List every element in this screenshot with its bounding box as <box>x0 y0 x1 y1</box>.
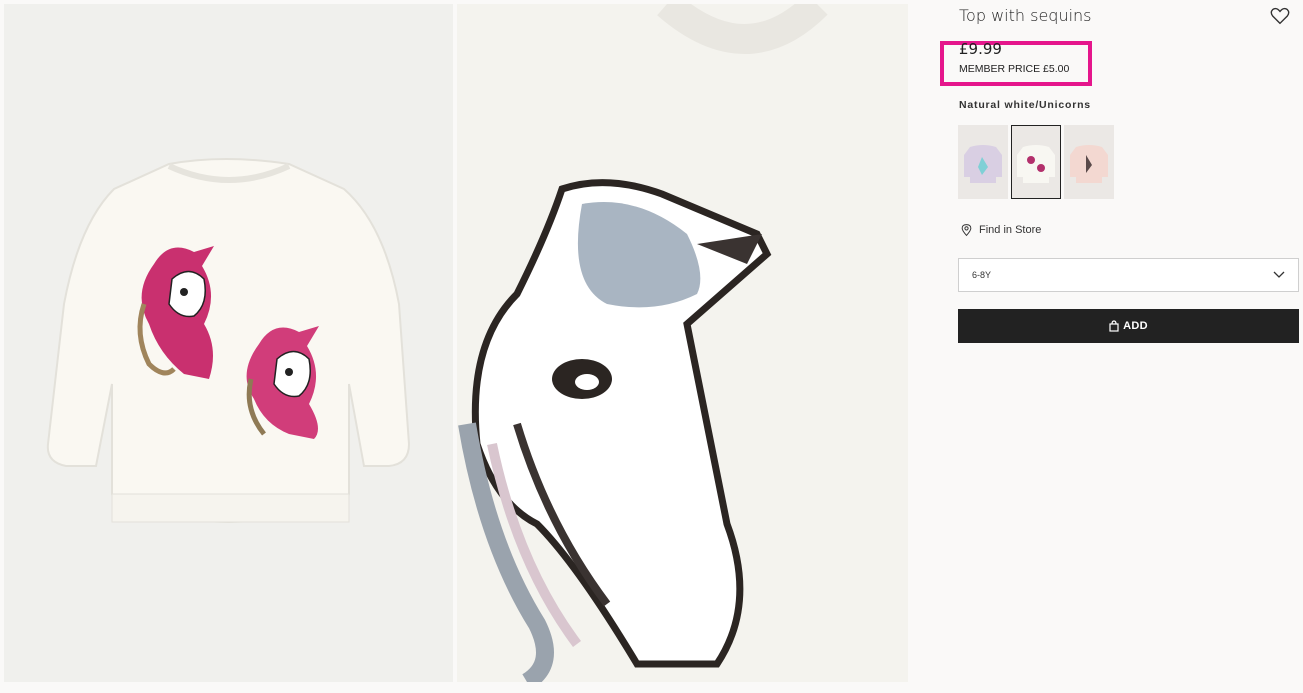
product-image-main[interactable] <box>4 4 453 682</box>
color-swatches <box>958 125 1114 199</box>
sequin-closeup-illustration <box>457 4 908 682</box>
product-image-detail[interactable] <box>457 4 908 682</box>
size-dropdown[interactable]: 6-8Y <box>958 258 1299 292</box>
sweater-illustration <box>4 4 453 682</box>
add-to-bag-button[interactable]: ADD <box>958 309 1299 343</box>
product-page: Top with sequins £9.99 MEMBER PRICE £5.0… <box>0 0 1303 693</box>
swatch-natural-white-unicorns[interactable] <box>1011 125 1061 199</box>
product-price: £9.99 <box>959 40 1002 58</box>
find-in-store-link[interactable]: Find in Store <box>960 223 1041 237</box>
chevron-down-icon <box>1273 271 1285 278</box>
heart-icon[interactable] <box>1269 5 1291 27</box>
product-title: Top with sequins <box>959 6 1092 25</box>
size-value: 6-8Y <box>972 270 992 280</box>
member-price: MEMBER PRICE £5.00 <box>959 63 1070 75</box>
location-pin-icon <box>961 224 972 237</box>
shopping-bag-icon <box>1109 320 1119 332</box>
selected-color-name: Natural white/Unicorns <box>959 99 1091 111</box>
swatch-light-purple[interactable] <box>958 125 1008 199</box>
product-info-panel: Top with sequins £9.99 MEMBER PRICE £5.0… <box>940 0 1301 693</box>
add-button-label: ADD <box>1123 320 1148 332</box>
find-in-store-label: Find in Store <box>979 224 1042 236</box>
swatch-light-pink[interactable] <box>1064 125 1114 199</box>
